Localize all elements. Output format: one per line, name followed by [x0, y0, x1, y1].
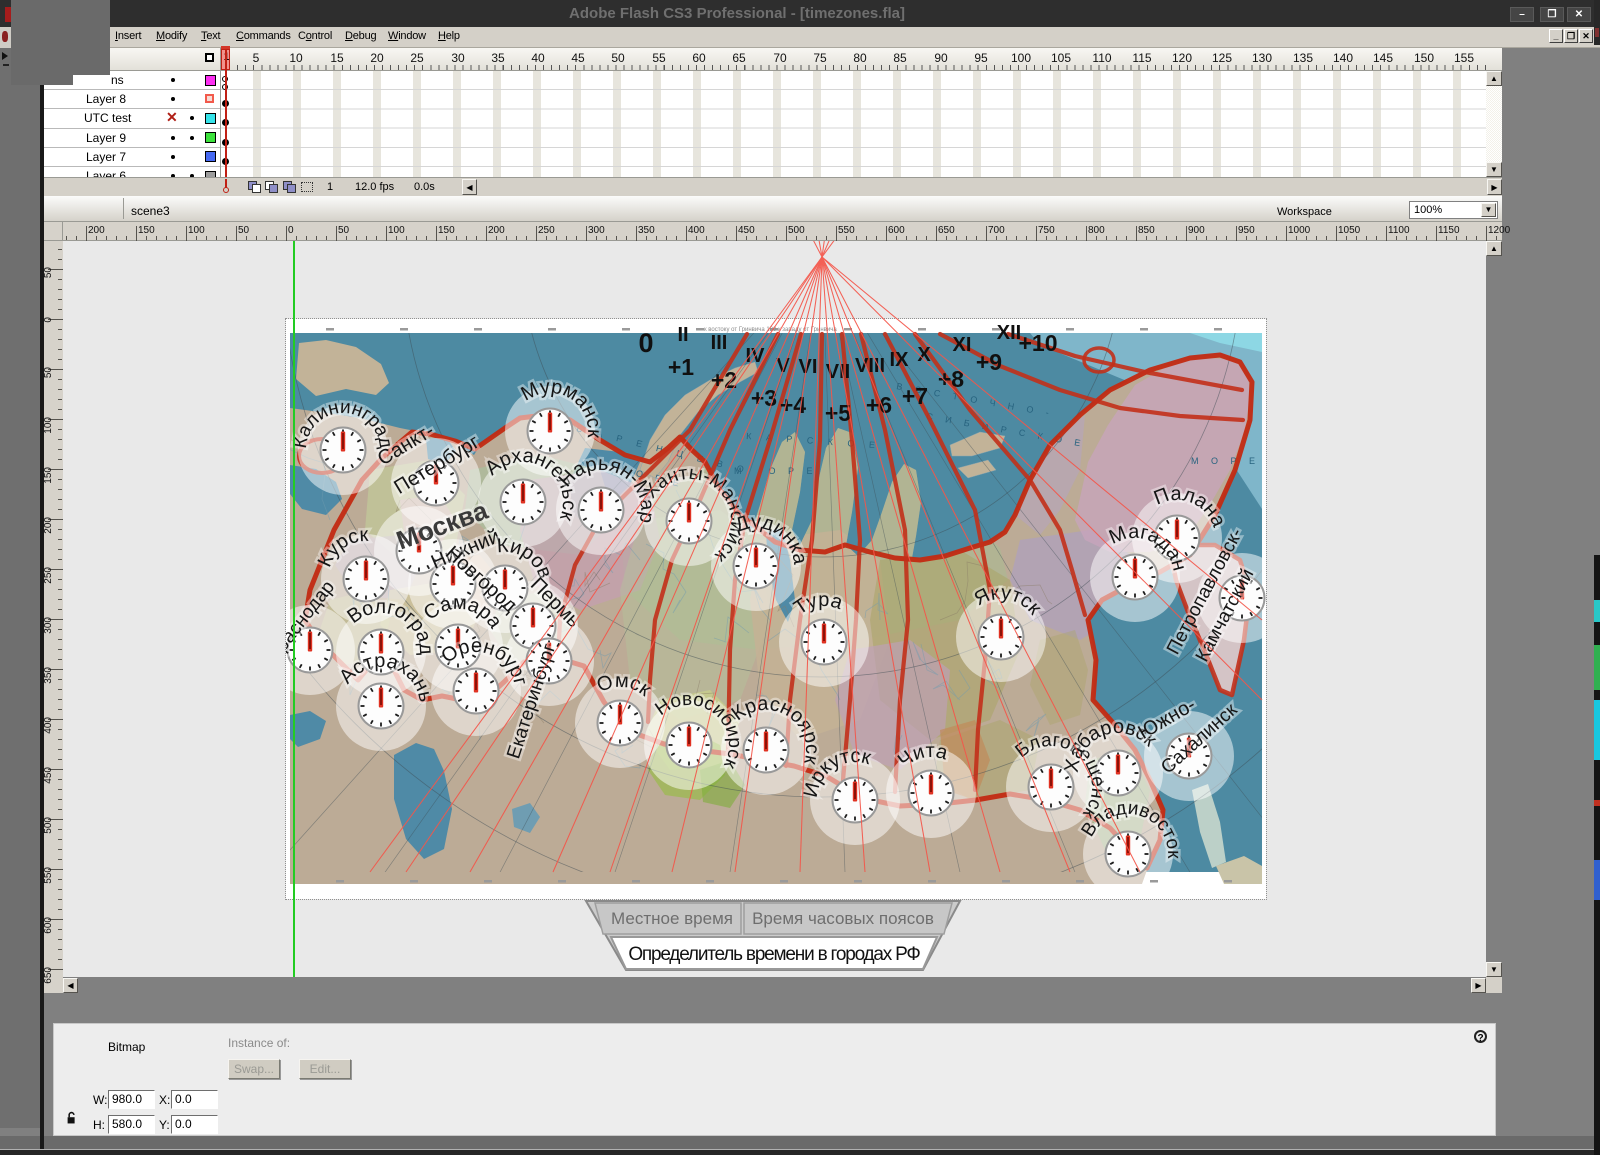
svg-text:Определитель времени в городах: Определитель времени в городах РФ	[628, 944, 920, 965]
svg-text:Время часовых поясов: Время часовых поясов	[752, 909, 934, 928]
svg-text:Местное время: Местное время	[611, 909, 733, 928]
